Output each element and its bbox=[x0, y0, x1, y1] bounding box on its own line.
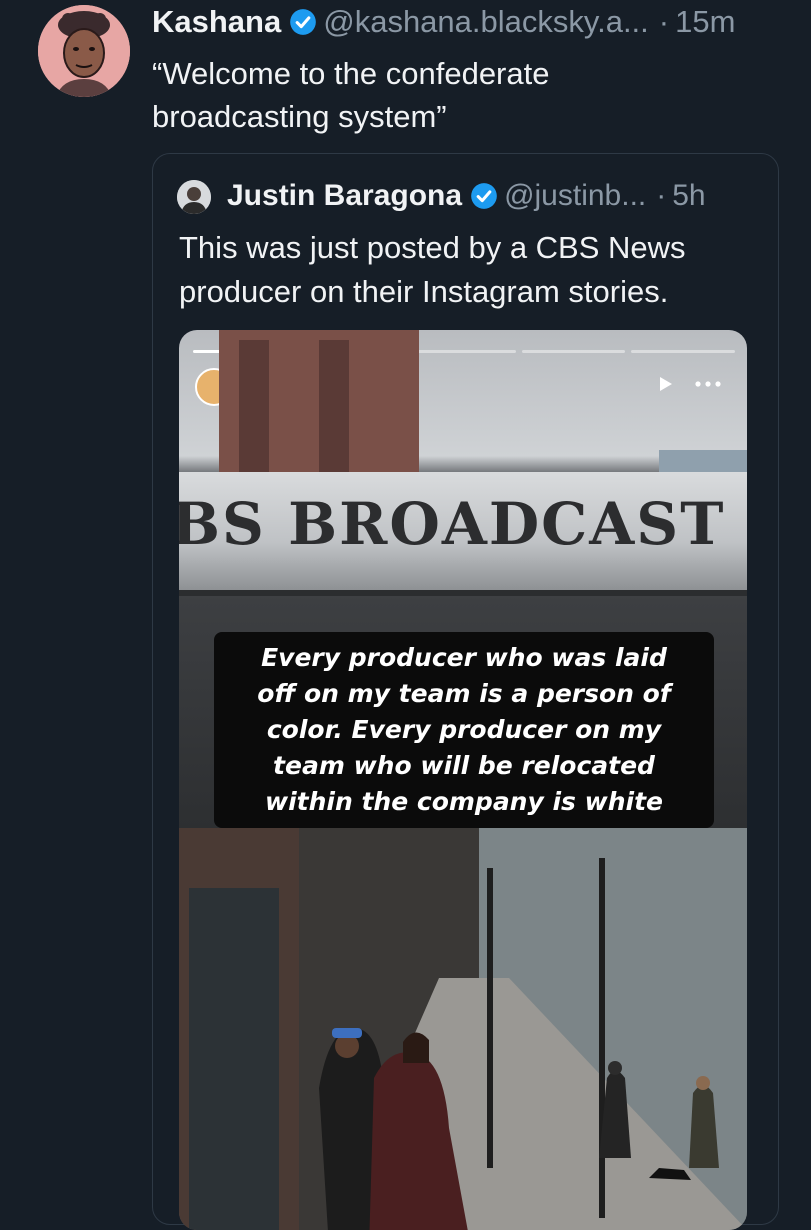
post-separator: · bbox=[658, 4, 670, 39]
quoted-timestamp[interactable]: 5h bbox=[672, 179, 705, 213]
post-text: “Welcome to the confederate broadcasting… bbox=[152, 56, 550, 134]
verified-badge-icon bbox=[290, 9, 317, 35]
quoted-author-avatar[interactable] bbox=[177, 180, 211, 214]
street-scene bbox=[179, 828, 747, 1230]
author-name[interactable]: Kashana bbox=[152, 4, 281, 40]
author-avatar[interactable] bbox=[38, 5, 130, 97]
post-header: Kashana @kashana.blacksky.a... · 15m bbox=[152, 0, 802, 44]
quoted-author-handle[interactable]: @justinb... bbox=[504, 179, 646, 213]
author-handle[interactable]: @kashana.blacksky.a... bbox=[323, 4, 649, 40]
verified-badge-icon bbox=[471, 183, 497, 209]
quoted-post[interactable]: Justin Baragona @justinb... · 5h This wa… bbox=[152, 153, 779, 1230]
sign-text: BS BROADCAST bbox=[179, 490, 726, 558]
quoted-post-text: This was just posted by a CBS News produ… bbox=[179, 230, 686, 309]
quoted-separator: · bbox=[656, 179, 667, 212]
story-text-overlay: Every producer who was laid off on my te… bbox=[214, 632, 714, 828]
profile-photo-icon bbox=[177, 180, 211, 214]
broadcast-sign: BS BROADCAST bbox=[179, 472, 747, 596]
building-facade bbox=[219, 330, 747, 472]
post-timestamp[interactable]: 15m bbox=[675, 4, 735, 40]
quoted-author-name[interactable]: Justin Baragona bbox=[227, 179, 462, 213]
illustrated-avatar-icon bbox=[38, 5, 130, 97]
story-image[interactable]: treymous 3h BS BROADCAST Every producer … bbox=[179, 330, 747, 1230]
quoted-post-header: Justin Baragona @justinb... · 5h bbox=[227, 176, 767, 216]
